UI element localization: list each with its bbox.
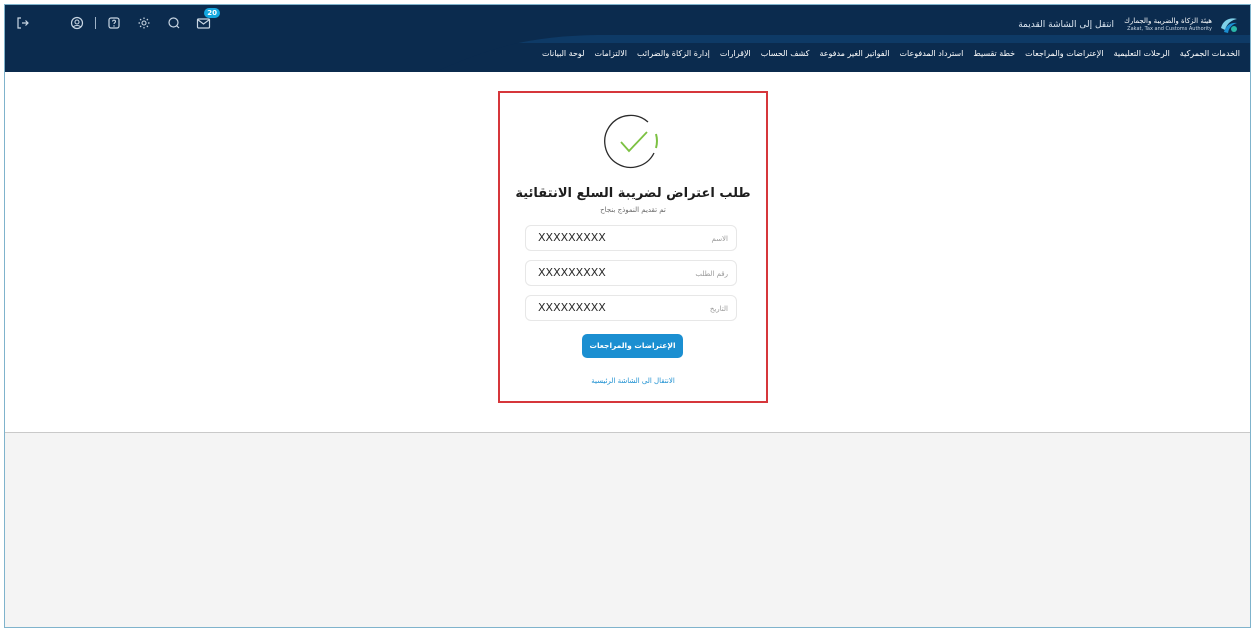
request-number-field: XXXXXXXXX رقم الطلب <box>525 260 737 286</box>
success-message: تم تقديم النموذج بنجاح <box>600 206 666 214</box>
nav-item-learning-journeys[interactable]: الرحلات التعليمية <box>1114 49 1170 58</box>
nav-item-installment-plan[interactable]: خطة تقسيط <box>973 49 1015 58</box>
icon-separator <box>95 17 96 29</box>
name-value: XXXXXXXXX <box>538 231 606 244</box>
go-home-link[interactable]: الانتقال الى الشاشة الرئيسية <box>500 377 766 385</box>
mail-icon[interactable]: 20 <box>196 8 220 31</box>
help-icon[interactable] <box>106 15 122 31</box>
brand-area: هيئة الزكاة والضريبة والجمارك Zakat, Tax… <box>998 14 1240 36</box>
request-number-value: XXXXXXXXX <box>538 266 606 279</box>
nav-item-refunds[interactable]: استرداد المدفوعات <box>900 49 964 58</box>
profile-icon[interactable] <box>69 15 85 31</box>
nav-item-returns[interactable]: الإقرارات <box>720 49 751 58</box>
nav-item-account-statement[interactable]: كشف الحساب <box>761 49 810 58</box>
nav-item-dashboard[interactable]: لوحة البيانات <box>542 49 584 58</box>
nav-item-customs-services[interactable]: الخدمات الجمركية <box>1180 49 1240 58</box>
brand-name-arabic: هيئة الزكاة والضريبة والجمارك <box>1124 17 1212 25</box>
main-content: طلب اعتراض لضريبة السلع الانتقائية تم تق… <box>5 72 1250 433</box>
top-icon-bar: 20 <box>15 8 226 33</box>
app-window: 20 هيئة الزكاة والضريبة والجمارك Zakat, … <box>4 4 1251 628</box>
brand-text: هيئة الزكاة والضريبة والجمارك Zakat, Tax… <box>1124 17 1212 33</box>
main-nav: لوحة البيانات الالتزامات إدارة الزكاة وا… <box>532 49 1240 58</box>
zatca-logo <box>1221 18 1237 33</box>
nav-item-unpaid-invoices[interactable]: الفواتير الغير مدفوعة <box>819 49 889 58</box>
nav-item-obligations[interactable]: الالتزامات <box>595 49 628 58</box>
nav-item-objections[interactable]: الإعتراضات والمراجعات <box>1025 49 1103 58</box>
name-field: XXXXXXXXX الاسم <box>525 225 737 251</box>
brand-name-english: Zakat, Tax and Customs Authority <box>1127 26 1212 32</box>
old-screen-link[interactable]: انتقل إلى الشاشة القديمة <box>1018 20 1114 30</box>
highlight-box: طلب اعتراض لضريبة السلع الانتقائية تم تق… <box>498 91 768 403</box>
top-header: 20 هيئة الزكاة والضريبة والجمارك Zakat, … <box>5 5 1250 72</box>
success-check-icon <box>604 114 658 169</box>
date-label: التاريخ <box>709 305 728 313</box>
chat-icon[interactable] <box>166 15 182 31</box>
request-number-label: رقم الطلب <box>695 270 728 278</box>
logout-icon[interactable] <box>15 15 31 31</box>
settings-icon[interactable] <box>136 15 152 31</box>
lower-blank-area <box>5 433 1250 627</box>
notification-badge: 20 <box>204 8 220 18</box>
objections-button[interactable]: الإعتراضات والمراجعات <box>582 334 683 358</box>
date-field: XXXXXXXXX التاريخ <box>525 295 737 321</box>
name-label: الاسم <box>711 235 728 243</box>
success-card: طلب اعتراض لضريبة السلع الانتقائية تم تق… <box>500 93 766 401</box>
page-title: طلب اعتراض لضريبة السلع الانتقائية <box>515 186 751 201</box>
date-value: XXXXXXXXX <box>538 301 606 314</box>
nav-item-zakat-tax-management[interactable]: إدارة الزكاة والضرائب <box>637 49 710 58</box>
